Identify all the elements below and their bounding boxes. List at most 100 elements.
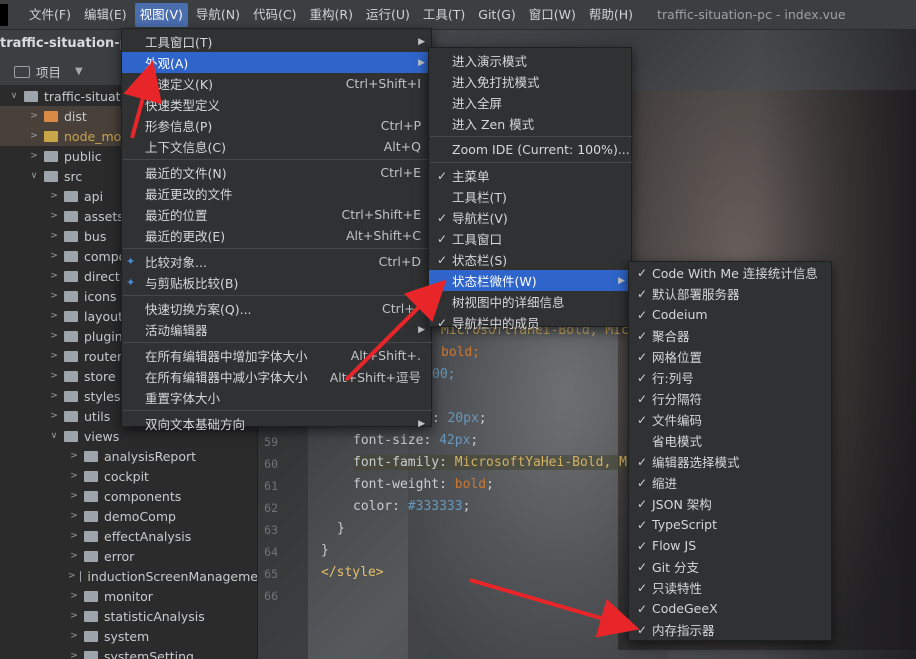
menu-view[interactable]: 视图(V) <box>134 2 188 27</box>
menu-edit[interactable]: 编辑(E) <box>79 3 132 27</box>
chevron-right-icon[interactable]: > <box>68 551 80 561</box>
widget-menu-item[interactable]: ✓ 只读特性 <box>629 577 831 598</box>
code-line[interactable]: } <box>337 521 345 536</box>
chevron-right-icon[interactable]: > <box>68 531 80 541</box>
view-menu-item[interactable]: 快速切换方案(Q)... Ctrl+` <box>122 298 431 319</box>
widget-menu-item[interactable]: ✓ Codeium <box>629 304 831 325</box>
widget-menu-item[interactable]: ✓ Code With Me 连接统计信息 <box>629 262 831 283</box>
widget-menu-item[interactable]: ✓ 默认部署服务器 <box>629 283 831 304</box>
chevron-right-icon[interactable]: > <box>68 631 80 641</box>
chevron-right-icon[interactable]: > <box>48 211 60 221</box>
chevron-right-icon[interactable]: > <box>48 191 60 201</box>
chevron-right-icon[interactable]: > <box>28 111 40 121</box>
chevron-right-icon[interactable]: > <box>48 371 60 381</box>
tree-item[interactable]: > demoComp <box>0 506 257 526</box>
appearance-menu-item[interactable]: 树视图中的详细信息 <box>429 291 631 312</box>
view-menu-item[interactable]: 在所有编辑器中减小字体大小 Alt+Shift+逗号 <box>122 366 431 387</box>
widget-menu-item[interactable]: ✓ Flow JS <box>629 535 831 556</box>
menu-refactor[interactable]: 重构(R) <box>305 3 358 27</box>
view-menu-item[interactable]: 外观(A) ▶ <box>122 52 431 73</box>
widget-menu-item[interactable]: ✓ Git 分支 <box>629 556 831 577</box>
view-menu-item[interactable]: 形参信息(P) Ctrl+P <box>122 115 431 136</box>
chevron-right-icon[interactable]: > <box>68 651 80 659</box>
chevron-right-icon[interactable]: > <box>48 291 60 301</box>
code-line[interactable]: color: #333333; <box>353 499 470 514</box>
tree-item[interactable]: > system <box>0 626 257 646</box>
view-menu-item[interactable]: 在所有编辑器中增加字体大小 Alt+Shift+. <box>122 345 431 366</box>
code-line[interactable]: font-weight: bold; <box>353 477 494 492</box>
view-menu-item[interactable]: 最近的位置 Ctrl+Shift+E <box>122 204 431 225</box>
appearance-menu-item[interactable]: Zoom IDE (Current: 100%)... <box>429 139 631 160</box>
chevron-right-icon[interactable]: > <box>68 591 80 601</box>
tree-item[interactable]: > systemSetting <box>0 646 257 659</box>
code-line[interactable]: bold; <box>441 345 480 360</box>
widget-menu-item[interactable]: ✓ 文件编码 <box>629 409 831 430</box>
widget-menu-item[interactable]: ✓ 内存指示器 <box>629 619 831 640</box>
tree-item[interactable]: > monitor <box>0 586 257 606</box>
menu-help[interactable]: 帮助(H) <box>584 3 638 27</box>
chevron-down-icon[interactable]: ▼ <box>75 66 83 77</box>
appearance-menu-item[interactable]: 进入 Zen 模式 <box>429 113 631 134</box>
view-menu-item[interactable]: ✦ 比较对象... Ctrl+D <box>122 251 431 272</box>
widget-menu-item[interactable]: ✓ JSON 架构 <box>629 493 831 514</box>
view-menu-item[interactable]: ✦ 与剪贴板比较(B) <box>122 272 431 293</box>
appearance-menu-item[interactable]: 工具栏(T) <box>429 186 631 207</box>
chevron-right-icon[interactable]: > <box>48 351 60 361</box>
appearance-menu-item[interactable]: ✓ 状态栏(S) <box>429 249 631 270</box>
menu-file[interactable]: 文件(F) <box>24 3 76 27</box>
code-line[interactable]: font-size: 42px; <box>353 433 478 448</box>
menu-run[interactable]: 运行(U) <box>361 3 415 27</box>
project-view-header[interactable]: 项目 ▼ <box>0 58 121 86</box>
chevron-right-icon[interactable]: > <box>48 231 60 241</box>
menu-tools[interactable]: 工具(T) <box>418 3 470 27</box>
view-menu-item[interactable]: 工具窗口(T) ▶ <box>122 31 431 52</box>
widget-menu-item[interactable]: ✓ CodeGeeX <box>629 598 831 619</box>
tree-item[interactable]: > error <box>0 546 257 566</box>
chevron-down-icon[interactable]: ∨ <box>8 91 20 101</box>
chevron-down-icon[interactable]: ∨ <box>48 431 60 441</box>
widget-menu-item[interactable]: 省电模式 <box>629 430 831 451</box>
widget-menu-item[interactable]: ✓ 编辑器选择模式 <box>629 451 831 472</box>
chevron-right-icon[interactable]: > <box>68 451 80 461</box>
chevron-right-icon[interactable]: > <box>48 271 60 281</box>
view-menu-item[interactable]: 活动编辑器 ▶ <box>122 319 431 340</box>
menu-git[interactable]: Git(G) <box>473 3 521 27</box>
chevron-down-icon[interactable]: ∨ <box>28 171 40 181</box>
menu-code[interactable]: 代码(C) <box>248 3 301 27</box>
tree-item[interactable]: > analysisReport <box>0 446 257 466</box>
tree-item[interactable]: > statisticAnalysis <box>0 606 257 626</box>
chevron-right-icon[interactable]: > <box>48 391 60 401</box>
chevron-right-icon[interactable]: > <box>68 491 80 501</box>
view-menu-item[interactable]: 上下文信息(C) Alt+Q <box>122 136 431 157</box>
chevron-right-icon[interactable]: > <box>68 471 80 481</box>
code-line[interactable]: 00; <box>432 367 455 382</box>
appearance-menu-item[interactable]: ✓ 导航栏(V) <box>429 207 631 228</box>
appearance-menu-item[interactable]: 进入演示模式 <box>429 50 631 71</box>
widget-menu-item[interactable]: ✓ 网格位置 <box>629 346 831 367</box>
chevron-right-icon[interactable]: > <box>28 151 40 161</box>
tree-item[interactable]: > inductionScreenManageme <box>0 566 257 586</box>
code-line-highlighted[interactable]: font-family: MicrosoftYaHei-Bold, M <box>353 455 627 470</box>
widget-menu-item[interactable]: ✓ 行分隔符 <box>629 388 831 409</box>
widget-menu-item[interactable]: ✓ 行:列号 <box>629 367 831 388</box>
code-line[interactable]: </style> <box>321 565 384 580</box>
chevron-right-icon[interactable]: > <box>68 611 80 621</box>
menu-navigate[interactable]: 导航(N) <box>191 3 245 27</box>
appearance-menu-item[interactable]: ✓ 工具窗口 <box>429 228 631 249</box>
tree-item[interactable]: > effectAnalysis <box>0 526 257 546</box>
view-menu-item[interactable]: 最近更改的文件 <box>122 183 431 204</box>
view-menu-item[interactable]: 快速类型定义 <box>122 94 431 115</box>
view-menu-item[interactable]: 重置字体大小 <box>122 387 431 408</box>
view-menu-item[interactable]: 最近的文件(N) Ctrl+E <box>122 162 431 183</box>
appearance-menu-item[interactable]: 进入全屏 <box>429 92 631 113</box>
tree-item[interactable]: > cockpit <box>0 466 257 486</box>
chevron-right-icon[interactable]: > <box>48 251 60 261</box>
tree-item[interactable]: > components <box>0 486 257 506</box>
project-name-tab[interactable]: traffic-situation-pc <box>0 30 121 58</box>
chevron-right-icon[interactable]: > <box>48 411 60 421</box>
chevron-right-icon[interactable]: > <box>48 311 60 321</box>
menu-window[interactable]: 窗口(W) <box>524 3 581 27</box>
appearance-menu-item[interactable]: ✓ 主菜单 <box>429 165 631 186</box>
chevron-right-icon[interactable]: > <box>48 331 60 341</box>
chevron-right-icon[interactable]: > <box>68 571 76 581</box>
